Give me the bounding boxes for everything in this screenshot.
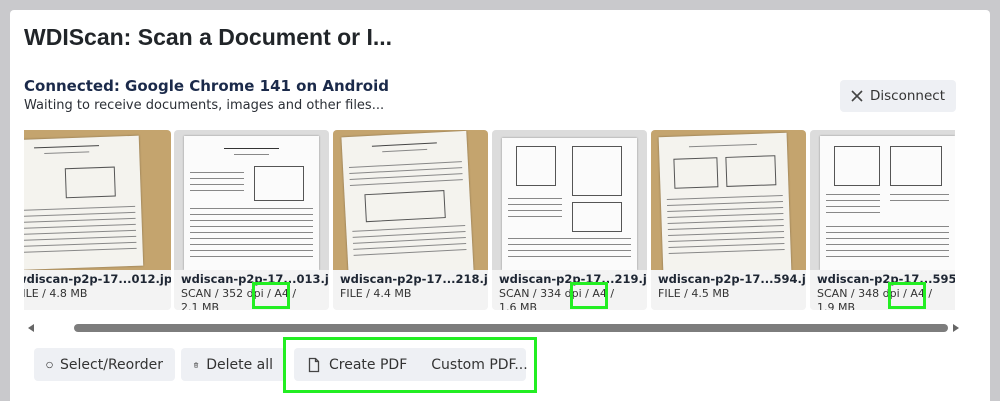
file-info: wdiscan-p2p-17...218.jpg FILE / 4.4 MB [333, 270, 488, 310]
file-thumbnail [651, 130, 806, 270]
file-thumbnail [174, 130, 329, 270]
file-meta: FILE / 4.5 MB [658, 287, 730, 300]
highlight-box [570, 282, 608, 309]
highlight-box [252, 282, 290, 309]
file-meta: SCAN / 348 dpi / A4 / [817, 287, 933, 300]
dialog-title: WDIScan: Scan a Document or I... [24, 24, 393, 50]
file-info: wdiscan-p2p-17...595.jpg SCAN / 348 dpi … [810, 270, 955, 310]
file-thumbnail [333, 130, 488, 270]
select-reorder-label: Select/Reorder [60, 356, 163, 373]
disconnect-label: Disconnect [870, 88, 945, 104]
delete-all-button[interactable]: Delete all [181, 348, 285, 381]
trash-icon [193, 362, 199, 368]
file-info: wdiscan-p2p-17...012.jpg FILE / 4.8 MB [24, 270, 171, 310]
circle-icon [46, 361, 53, 368]
scroll-right-arrow[interactable] [953, 324, 959, 332]
file-name: wdiscan-p2p-17...012.jpg [24, 272, 171, 286]
file-meta: FILE / 4.8 MB [24, 287, 88, 300]
file-card[interactable]: wdiscan-p2p-17...218.jpg FILE / 4.4 MB [333, 130, 488, 310]
file-thumbnail [810, 130, 955, 270]
file-info: wdiscan-p2p-17...594.jpg FILE / 4.5 MB [651, 270, 806, 310]
file-name: wdiscan-p2p-17...594.jpg [658, 272, 806, 286]
file-thumbnail [492, 130, 647, 270]
connection-status: Connected: Google Chrome 141 on Android [24, 77, 389, 95]
file-thumbnail [24, 130, 171, 270]
delete-all-label: Delete all [206, 356, 273, 373]
file-size: 1.9 MB [817, 301, 856, 310]
scroll-left-arrow[interactable] [28, 324, 34, 332]
file-card[interactable]: wdiscan-p2p-17...012.jpg FILE / 4.8 MB [24, 130, 171, 310]
select-reorder-button[interactable]: Select/Reorder [34, 348, 175, 381]
disconnect-button[interactable]: Disconnect [840, 80, 956, 112]
file-card[interactable]: wdiscan-p2p-17...594.jpg FILE / 4.5 MB [651, 130, 806, 310]
highlight-box [888, 282, 926, 309]
waiting-text: Waiting to receive documents, images and… [24, 98, 385, 113]
file-card[interactable]: wdiscan-p2p-17...595.jpg SCAN / 348 dpi … [810, 130, 955, 310]
scrollbar-thumb[interactable] [74, 324, 948, 332]
file-name: wdiscan-p2p-17...595.jpg [817, 272, 955, 286]
file-strip[interactable]: wdiscan-p2p-17...012.jpg FILE / 4.8 MB w… [24, 130, 955, 310]
file-meta: FILE / 4.4 MB [340, 287, 412, 300]
highlight-box [283, 337, 537, 393]
close-icon [851, 90, 863, 102]
file-name: wdiscan-p2p-17...218.jpg [340, 272, 488, 286]
